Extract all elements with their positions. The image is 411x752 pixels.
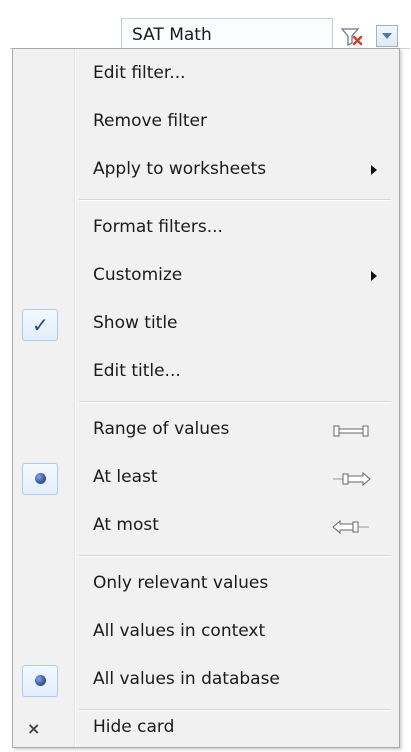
radio-box [22,665,58,697]
range-at-most-icon [332,519,369,535]
checkmark-box: ✓ [22,309,58,341]
menu-separator [79,401,391,403]
menu-item-label: All values in context [93,621,266,641]
radio-selected-icon [35,675,46,686]
menu-item-edit-filter[interactable]: Edit filter... [13,51,399,99]
menu-item-label: Only relevant values [93,573,269,593]
menu-item-label: Edit title... [93,361,181,381]
context-menu: Edit filter... Remove filter Apply to wo… [12,48,400,748]
menu-item-remove-filter[interactable]: Remove filter [13,99,399,147]
menu-item-all-values-in-context[interactable]: All values in context [13,609,399,657]
menu-item-format-filters[interactable]: Format filters... [13,205,399,253]
menu-separator [79,199,391,201]
radio-box [22,463,58,495]
menu-item-label: All values in database [93,669,280,689]
menu-item-at-least[interactable]: At least [13,455,399,503]
menu-item-customize[interactable]: Customize [13,253,399,301]
menu-item-edit-title[interactable]: Edit title... [13,349,399,397]
menu-item-label: Apply to worksheets [93,159,267,179]
menu-item-show-title[interactable]: ✓ Show title [13,301,399,349]
menu-item-label: Customize [93,265,183,285]
menu-item-label: Hide card [93,717,175,737]
range-at-least-icon [333,471,371,487]
menu-item-label: Edit filter... [93,63,186,83]
chevron-down-icon[interactable] [376,25,398,47]
filter-card-header: SAT Math [10,10,410,50]
menu-separator [79,555,391,557]
close-icon: × [27,719,41,738]
menu-item-label: Format filters... [93,217,223,237]
menu-item-label: Range of values [93,419,230,439]
menu-item-all-values-in-database[interactable]: All values in database [13,657,399,705]
menu-item-label: At least [93,467,158,487]
menu-item-hide-card[interactable]: × Hide card [13,711,399,747]
menu-item-only-relevant-values[interactable]: Only relevant values [13,561,399,609]
menu-item-label: Show title [93,313,178,333]
menu-item-label: At most [93,515,159,535]
filter-card-title[interactable]: SAT Math [121,18,333,50]
checkmark-icon: ✓ [32,313,49,337]
radio-selected-icon [35,473,46,484]
menu-item-apply-to-worksheets[interactable]: Apply to worksheets [13,147,399,195]
menu-item-label: Remove filter [93,111,207,131]
range-both-icon [333,425,369,437]
filter-card-title-text: SAT Math [132,25,212,45]
submenu-arrow-icon [371,271,377,281]
filter-clear-icon[interactable] [340,27,364,47]
menu-item-range-of-values[interactable]: Range of values [13,407,399,455]
submenu-arrow-icon [371,165,377,175]
menu-item-at-most[interactable]: At most [13,503,399,551]
